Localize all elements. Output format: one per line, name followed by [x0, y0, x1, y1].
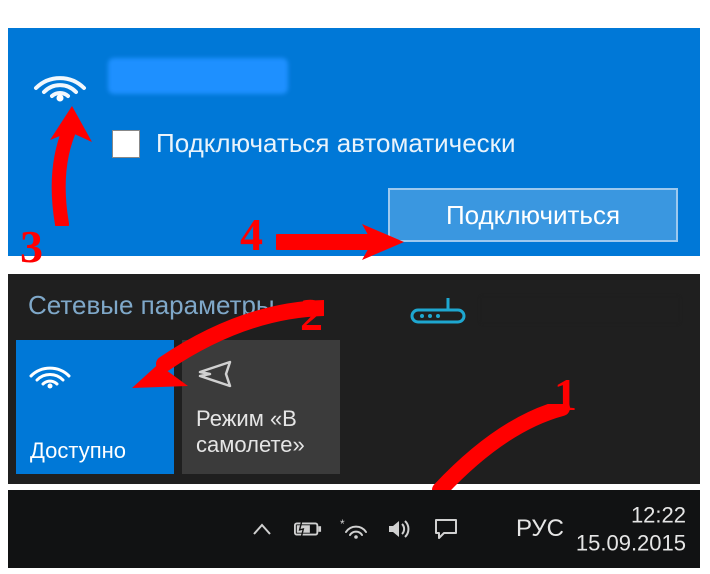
connect-button-label: Подключиться	[446, 200, 620, 231]
tray-overflow-icon[interactable]	[248, 515, 276, 543]
clock-time: 12:22	[576, 502, 686, 530]
clock-date: 15.09.2015	[576, 529, 686, 557]
airplane-tile-label: Режим «В самолете»	[196, 406, 330, 459]
annotation-arrow-4	[276, 220, 406, 269]
connected-network-name-redacted	[480, 296, 680, 324]
battery-icon[interactable]	[294, 515, 322, 543]
wifi-icon	[32, 58, 88, 107]
language-indicator[interactable]: РУС	[516, 515, 564, 543]
annotation-marker-4: 4	[240, 208, 263, 261]
auto-connect-row: Подключаться автоматически	[112, 128, 516, 159]
system-tray: *	[248, 490, 460, 568]
network-tray-icon[interactable]: *	[340, 515, 368, 543]
annotation-arrow-3	[42, 106, 102, 231]
taskbar: * РУС 12:22 15.09.2015	[8, 490, 700, 568]
wifi-icon	[28, 354, 72, 395]
annotation-arrow-2	[124, 300, 324, 405]
taskbar-clock[interactable]: 12:22 15.09.2015	[576, 502, 686, 557]
auto-connect-label: Подключаться автоматически	[156, 128, 516, 159]
connect-button[interactable]: Подключиться	[388, 188, 678, 242]
action-center-icon[interactable]	[432, 515, 460, 543]
router-icon	[408, 296, 468, 331]
annotation-marker-3: 3	[20, 220, 43, 273]
wifi-tile-label: Доступно	[30, 438, 126, 464]
volume-icon[interactable]	[386, 515, 414, 543]
network-item-expanded[interactable]: Подключаться автоматически Подключиться …	[8, 28, 700, 256]
svg-text:*: *	[340, 518, 345, 531]
auto-connect-checkbox[interactable]	[112, 130, 140, 158]
network-name-redacted	[108, 58, 288, 94]
